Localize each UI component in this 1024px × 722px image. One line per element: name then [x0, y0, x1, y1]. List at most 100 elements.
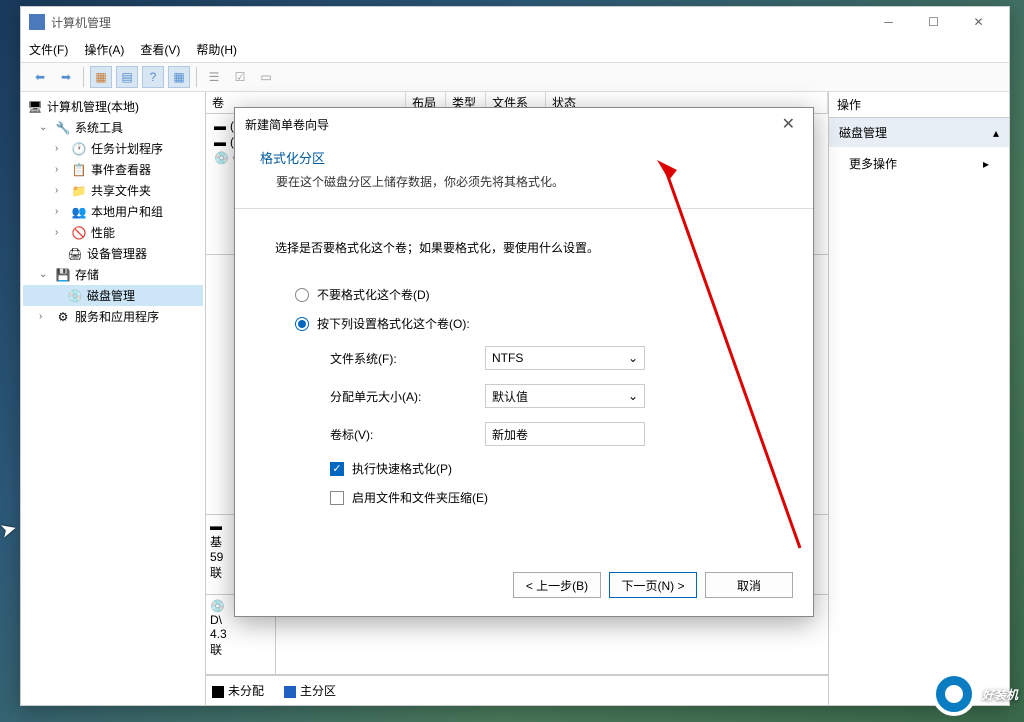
collapse-icon[interactable]: ▴: [993, 126, 999, 140]
legend: 未分配 主分区: [206, 675, 828, 705]
users-icon: 👥: [71, 204, 87, 220]
drive-icon: ▬: [214, 135, 226, 149]
wizard-heading: 格式化分区: [260, 148, 788, 167]
expand-icon[interactable]: ›: [55, 143, 67, 154]
quick-format-checkbox[interactable]: ✓ 执行快速格式化(P): [330, 460, 718, 477]
clock-icon: 🕐: [71, 141, 87, 157]
compression-checkbox[interactable]: 启用文件和文件夹压缩(E): [330, 489, 718, 506]
minimize-button[interactable]: ─: [866, 7, 911, 37]
menu-file[interactable]: 文件(F): [29, 41, 68, 58]
filesystem-select[interactable]: NTFS ⌄: [485, 346, 645, 370]
tree-shared-folders[interactable]: ›📁共享文件夹: [23, 180, 203, 201]
wizard-title: 新建简单卷向导: [245, 116, 329, 133]
menubar: 文件(F) 操作(A) 查看(V) 帮助(H): [21, 37, 1009, 62]
actions-header: 操作: [829, 92, 1009, 118]
radio-format[interactable]: 按下列设置格式化这个卷(O):: [295, 315, 753, 332]
toolbar-btn-3[interactable]: ?: [142, 66, 164, 88]
tree-task-scheduler[interactable]: ›🕐任务计划程序: [23, 138, 203, 159]
toolbar-btn-7[interactable]: ▭: [255, 66, 277, 88]
tree-performance[interactable]: ›🚫性能: [23, 222, 203, 243]
expand-icon[interactable]: ›: [55, 164, 67, 175]
legend-unallocated-icon: [212, 686, 224, 698]
filesystem-label: 文件系统(F):: [330, 350, 485, 367]
allocation-label: 分配单元大小(A):: [330, 388, 485, 405]
tree-services[interactable]: ›⚙服务和应用程序: [23, 306, 203, 327]
tree-device-manager[interactable]: 🖨设备管理器: [23, 243, 203, 264]
expand-icon[interactable]: ›: [55, 227, 67, 238]
back-button[interactable]: ⬅: [29, 66, 51, 88]
actions-more[interactable]: 更多操作 ▸: [829, 147, 1009, 180]
back-button[interactable]: < 上一步(B): [513, 572, 601, 598]
radio-no-format[interactable]: 不要格式化这个卷(D): [295, 286, 753, 303]
watermark: 好装机: [932, 672, 1018, 716]
maximize-button[interactable]: ☐: [911, 7, 956, 37]
wizard-instruction: 选择是否要格式化这个卷；如果要格式化，要使用什么设置。: [275, 239, 773, 256]
wizard-close-button[interactable]: ✕: [774, 114, 803, 134]
toolbar: ⬅ ➡ ▦ ▤ ? ▦ ☰ ☑ ▭: [21, 62, 1009, 92]
collapse-icon[interactable]: ⌄: [39, 269, 51, 280]
volume-label-label: 卷标(V):: [330, 426, 485, 443]
actions-panel: 操作 磁盘管理 ▴ 更多操作 ▸: [829, 92, 1009, 705]
tree-panel: 🖥计算机管理(本地) ⌄🔧系统工具 ›🕐任务计划程序 ›📋事件查看器 ›📁共享文…: [21, 92, 206, 705]
toolbar-btn-6[interactable]: ☑: [229, 66, 251, 88]
menu-help[interactable]: 帮助(H): [196, 41, 237, 58]
separator: [83, 67, 84, 87]
close-button[interactable]: ✕: [956, 7, 1001, 37]
main-window: 计算机管理 ─ ☐ ✕ 文件(F) 操作(A) 查看(V) 帮助(H) ⬅ ➡ …: [20, 6, 1010, 706]
menu-action[interactable]: 操作(A): [84, 41, 124, 58]
separator: [196, 67, 197, 87]
storage-icon: 💾: [55, 267, 71, 283]
collapse-icon[interactable]: ⌄: [39, 122, 51, 133]
menu-view[interactable]: 查看(V): [140, 41, 180, 58]
drive-icon: 💿: [214, 151, 229, 165]
toolbar-btn-1[interactable]: ▦: [90, 66, 112, 88]
tools-icon: 🔧: [55, 120, 71, 136]
window-title: 计算机管理: [51, 14, 866, 31]
legend-primary-icon: [284, 686, 296, 698]
wizard-body: 选择是否要格式化这个卷；如果要格式化，要使用什么设置。 不要格式化这个卷(D) …: [235, 209, 813, 548]
checkbox-icon[interactable]: ✓: [330, 462, 344, 476]
actions-group[interactable]: 磁盘管理 ▴: [829, 118, 1009, 147]
volume-label-input[interactable]: [485, 422, 645, 446]
allocation-select[interactable]: 默认值 ⌄: [485, 384, 645, 408]
expand-icon[interactable]: ›: [55, 206, 67, 217]
wizard-titlebar[interactable]: 新建简单卷向导 ✕: [235, 108, 813, 140]
center-panel: 卷 布局 类型 文件系统 状态 ▬( ▬( 💿C ▬ 基: [206, 92, 829, 705]
wizard-footer: < 上一步(B) 下一页(N) > 取消: [513, 572, 793, 598]
cursor-icon: ➤: [0, 515, 20, 543]
chevron-right-icon: ▸: [983, 157, 989, 171]
allocation-row: 分配单元大小(A): 默认值 ⌄: [330, 384, 718, 408]
computer-icon: 🖥: [27, 99, 43, 115]
radio-icon[interactable]: [295, 288, 309, 302]
perf-icon: 🚫: [71, 225, 87, 241]
app-icon: [29, 14, 45, 30]
cancel-button[interactable]: 取消: [705, 572, 793, 598]
event-icon: 📋: [71, 162, 87, 178]
tree-root[interactable]: 🖥计算机管理(本地): [23, 96, 203, 117]
disk-icon: 💿: [67, 288, 83, 304]
expand-icon[interactable]: ›: [39, 311, 51, 322]
tree-event-viewer[interactable]: ›📋事件查看器: [23, 159, 203, 180]
toolbar-btn-4[interactable]: ▦: [168, 66, 190, 88]
tree-storage[interactable]: ⌄💾存储: [23, 264, 203, 285]
tree-local-users[interactable]: ›👥本地用户和组: [23, 201, 203, 222]
device-icon: 🖨: [67, 246, 83, 262]
next-button[interactable]: 下一页(N) >: [609, 572, 697, 598]
chevron-down-icon: ⌄: [628, 389, 638, 403]
checkbox-icon[interactable]: [330, 491, 344, 505]
folder-icon: 📁: [71, 183, 87, 199]
tree-disk-management[interactable]: 💿磁盘管理: [23, 285, 203, 306]
wizard-header: 格式化分区 要在这个磁盘分区上储存数据，你必须先将其格式化。: [235, 140, 813, 209]
titlebar[interactable]: 计算机管理 ─ ☐ ✕: [21, 7, 1009, 37]
expand-icon[interactable]: ›: [55, 185, 67, 196]
filesystem-row: 文件系统(F): NTFS ⌄: [330, 346, 718, 370]
tree-system-tools[interactable]: ⌄🔧系统工具: [23, 117, 203, 138]
drive-icon: ▬: [214, 119, 226, 133]
toolbar-btn-5[interactable]: ☰: [203, 66, 225, 88]
volume-label-row: 卷标(V):: [330, 422, 718, 446]
toolbar-btn-2[interactable]: ▤: [116, 66, 138, 88]
radio-icon[interactable]: [295, 317, 309, 331]
forward-button[interactable]: ➡: [55, 66, 77, 88]
wizard-subheading: 要在这个磁盘分区上储存数据，你必须先将其格式化。: [260, 173, 788, 190]
watermark-icon: [932, 672, 976, 716]
